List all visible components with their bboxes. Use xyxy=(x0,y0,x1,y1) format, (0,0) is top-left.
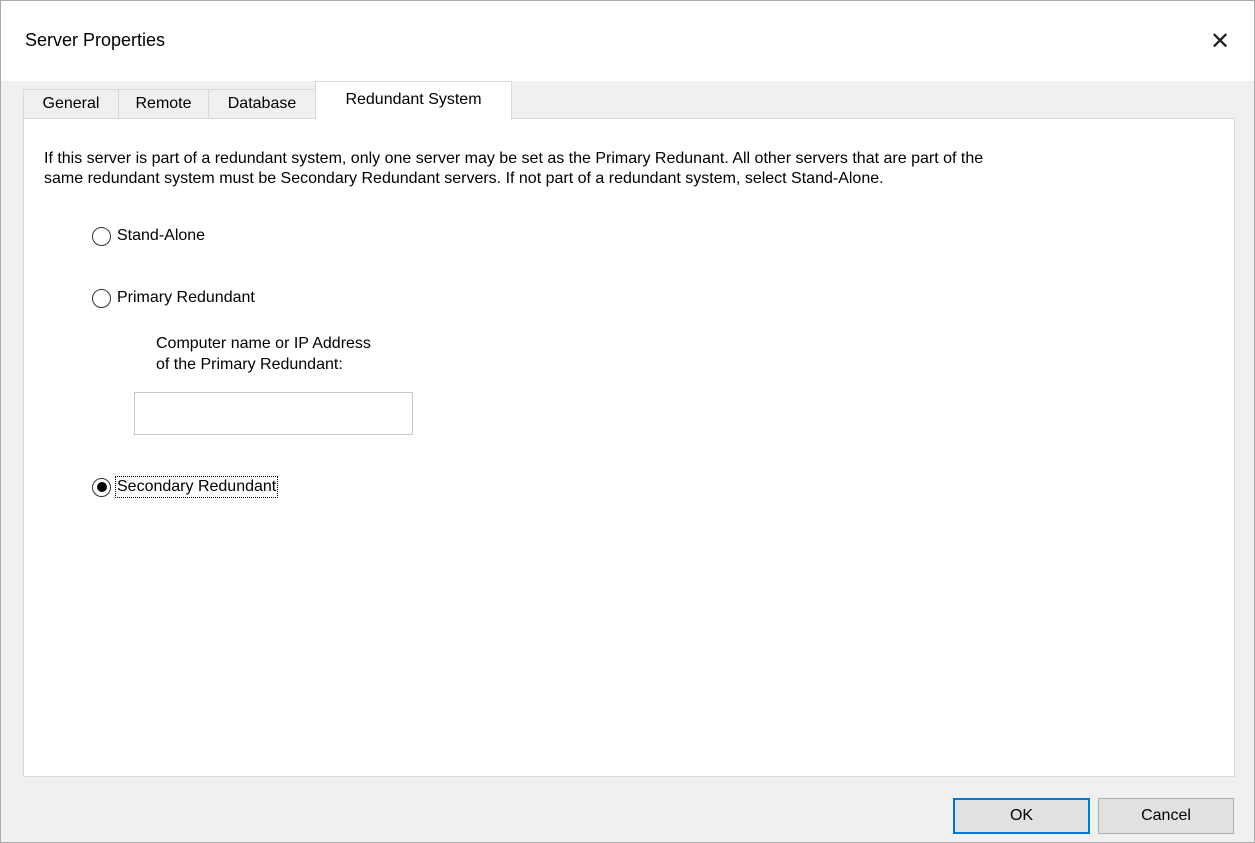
tab-strip: General Remote Database Redundant System xyxy=(23,81,1235,120)
description-line: same redundant system must be Secondary … xyxy=(44,170,884,187)
redundant-system-panel: If this server is part of a redundant sy… xyxy=(23,118,1235,777)
close-button[interactable]: ✕ xyxy=(1198,19,1242,63)
description-line: If this server is part of a redundant sy… xyxy=(44,150,984,167)
label-line: of the Primary Redundant: xyxy=(156,356,343,373)
tab-remote[interactable]: Remote xyxy=(118,89,209,119)
ok-button[interactable]: OK xyxy=(953,798,1090,834)
description-text: If this server is part of a redundant sy… xyxy=(44,149,1224,189)
radio-button[interactable] xyxy=(92,477,111,497)
radio-selected-dot xyxy=(96,482,107,492)
close-icon: ✕ xyxy=(1209,27,1231,55)
primary-address-label: Computer name or IP Address of the Prima… xyxy=(156,333,456,375)
tab-general[interactable]: General xyxy=(23,89,119,119)
tab-redundant-system[interactable]: Redundant System xyxy=(315,81,512,120)
cancel-button[interactable]: Cancel xyxy=(1098,798,1234,834)
title-bar: Server Properties ✕ xyxy=(1,1,1254,81)
radio-primary-redundant[interactable]: Primary Redundant xyxy=(92,287,256,309)
radio-button[interactable] xyxy=(92,226,111,246)
primary-address-input[interactable] xyxy=(134,392,413,435)
radio-label: Primary Redundant xyxy=(117,289,255,306)
radio-button[interactable] xyxy=(92,288,111,308)
server-properties-dialog: Server Properties ✕ General Remote Datab… xyxy=(0,0,1255,843)
dialog-title: Server Properties xyxy=(25,30,166,50)
radio-label: Stand-Alone xyxy=(117,227,206,244)
radio-stand-alone[interactable]: Stand-Alone xyxy=(92,225,206,247)
radio-label: Secondary Redundant xyxy=(114,476,279,498)
label-line: Computer name or IP Address xyxy=(156,335,371,352)
radio-secondary-redundant[interactable]: Secondary Redundant xyxy=(92,476,279,498)
tab-database[interactable]: Database xyxy=(208,89,316,119)
